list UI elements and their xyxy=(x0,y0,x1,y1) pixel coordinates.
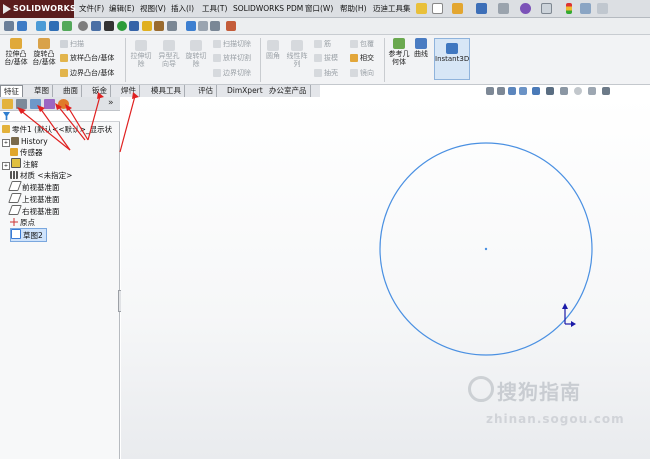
annotation-arrows xyxy=(19,95,136,153)
watermark-url: zhinan.sogou.com xyxy=(486,412,625,426)
circle-center-point[interactable] xyxy=(484,247,488,251)
annotation-arrowheads xyxy=(17,92,139,114)
watermark-logo-icon xyxy=(468,376,494,402)
watermark-text: 搜狗指南 xyxy=(497,380,581,404)
